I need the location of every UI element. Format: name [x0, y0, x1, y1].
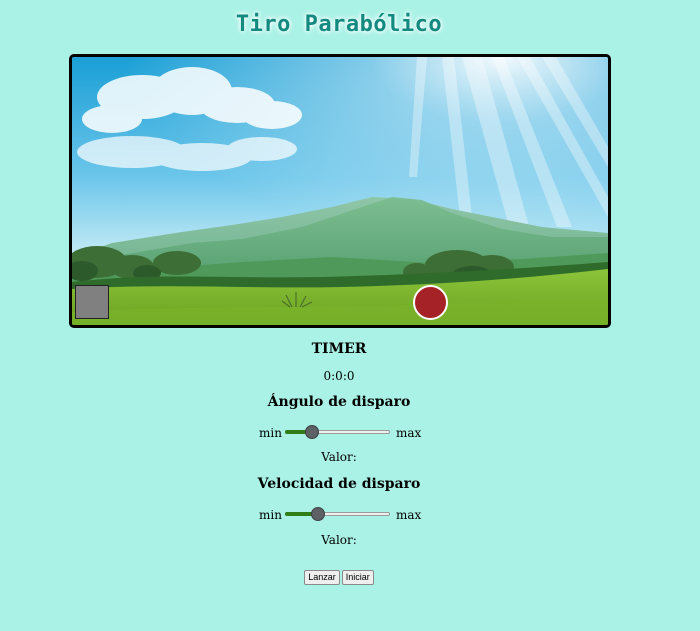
angle-heading: Ángulo de disparo — [267, 394, 411, 410]
angle-slider-thumb[interactable] — [305, 425, 320, 439]
timer-value: 0:0:0 — [323, 369, 355, 383]
projectile-ball — [413, 285, 448, 320]
velocity-heading: Velocidad de disparo — [257, 476, 421, 492]
action-buttons: Lanzar Iniciar — [0, 570, 678, 585]
page-title: Tiro Parabólico — [235, 12, 443, 37]
velocity-slider[interactable] — [285, 505, 391, 525]
velocity-min-label: min — [259, 508, 282, 522]
angle-value-label: Valor: — [321, 450, 357, 464]
angle-min-label: min — [259, 426, 282, 440]
velocity-value-label: Valor: — [321, 533, 357, 547]
velocity-slider-thumb[interactable] — [311, 507, 326, 521]
velocity-range-row: min max — [0, 505, 678, 525]
velocity-max-label: max — [396, 508, 422, 522]
start-button[interactable]: Iniciar — [341, 570, 374, 585]
timer-heading: TIMER — [311, 341, 367, 357]
angle-range-row: min max — [0, 423, 678, 443]
landscape-scene — [72, 57, 608, 325]
angle-max-label: max — [396, 426, 422, 440]
launch-button[interactable]: Lanzar — [304, 570, 340, 585]
angle-slider[interactable] — [285, 423, 391, 443]
game-canvas[interactable] — [69, 54, 611, 328]
launcher-block — [75, 285, 109, 319]
